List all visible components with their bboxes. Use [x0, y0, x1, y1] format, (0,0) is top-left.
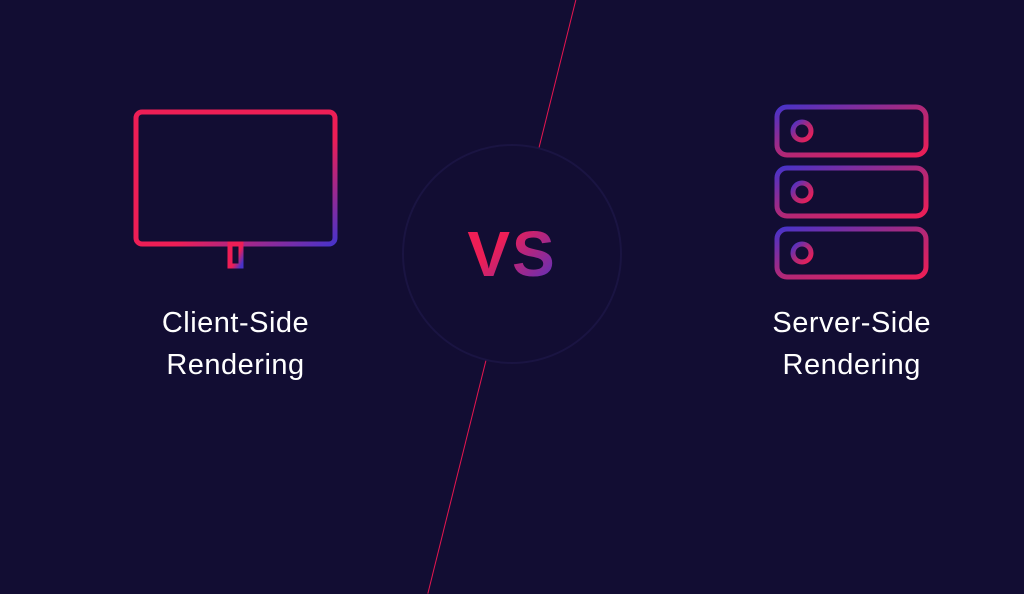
left-label: Client-SideRendering	[162, 302, 309, 386]
server-icon	[774, 104, 929, 284]
right-label: Server-SideRendering	[772, 302, 931, 386]
monitor-icon	[133, 104, 338, 284]
right-panel: Server-SideRendering	[772, 104, 931, 386]
vs-text: VS	[467, 217, 556, 291]
left-panel: Client-SideRendering	[133, 104, 338, 386]
center-badge: VS	[402, 144, 622, 364]
